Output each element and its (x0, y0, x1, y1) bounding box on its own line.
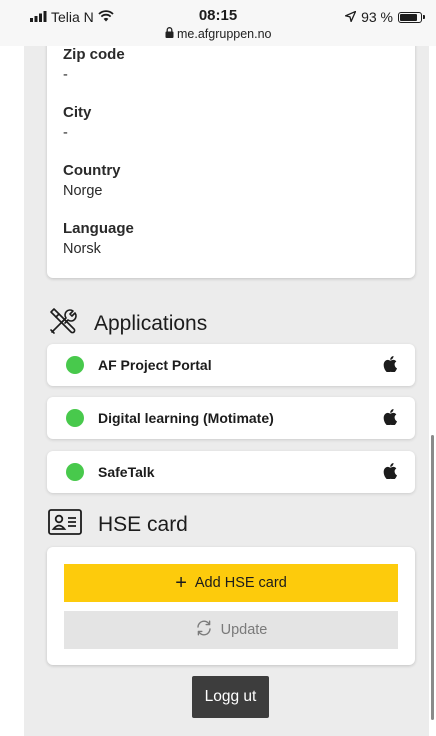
url-bar[interactable]: me.afgruppen.no (0, 27, 436, 41)
app-row-af-project-portal[interactable]: AF Project Portal (47, 344, 415, 386)
refresh-icon (195, 620, 213, 640)
status-dot (66, 409, 84, 427)
url-text: me.afgruppen.no (176, 27, 272, 41)
country-label: Country (63, 162, 121, 179)
lock-icon (165, 27, 177, 41)
plus-icon: + (175, 572, 187, 594)
battery-percent: 93 % (361, 9, 393, 25)
location-arrow-icon (344, 9, 357, 25)
app-row-digital-learning[interactable]: Digital learning (Motimate) (47, 397, 415, 439)
app-name: Digital learning (Motimate) (98, 410, 274, 426)
applications-header: Applications (48, 306, 207, 341)
status-right: 93 % (344, 9, 425, 25)
scrollbar[interactable] (431, 435, 434, 720)
language-value: Norsk (63, 241, 101, 257)
id-card-icon (48, 509, 82, 540)
apple-icon (383, 463, 397, 480)
language-label: Language (63, 220, 134, 237)
hse-title: HSE card (98, 512, 188, 536)
status-dot (66, 356, 84, 374)
zip-value: - (63, 67, 68, 83)
city-label: City (63, 104, 92, 121)
applications-title: Applications (94, 311, 208, 335)
app-name: AF Project Portal (98, 357, 212, 373)
battery-icon (398, 11, 425, 23)
add-hse-card-button[interactable]: + Add HSE card (64, 564, 398, 602)
hse-header: HSE card (48, 509, 188, 540)
zip-label: Zip code (63, 46, 125, 63)
status-bar: Telia N 08:15 me.afgruppen.no 93 % (0, 0, 436, 46)
hse-card: + Add HSE card Update (47, 547, 415, 665)
apple-icon (383, 356, 397, 373)
language-field: Language Norsk (63, 220, 134, 258)
city-value: - (63, 125, 68, 141)
update-label: Update (220, 622, 268, 638)
page-content: Zip code - City - Country Norge Language… (24, 46, 429, 736)
app-name: SafeTalk (98, 464, 155, 480)
country-field: Country Norge (63, 162, 121, 200)
country-value: Norge (63, 183, 103, 199)
status-dot (66, 463, 84, 481)
tools-icon (48, 306, 78, 341)
address-card: Zip code - City - Country Norge Language… (47, 46, 415, 278)
app-row-safetalk[interactable]: SafeTalk (47, 451, 415, 493)
apple-icon (383, 409, 397, 426)
zip-field: Zip code - (63, 46, 125, 84)
add-hse-card-label: Add HSE card (194, 575, 287, 591)
update-button[interactable]: Update (64, 611, 398, 649)
city-field: City - (63, 104, 91, 142)
logout-button[interactable]: Logg ut (192, 676, 269, 718)
